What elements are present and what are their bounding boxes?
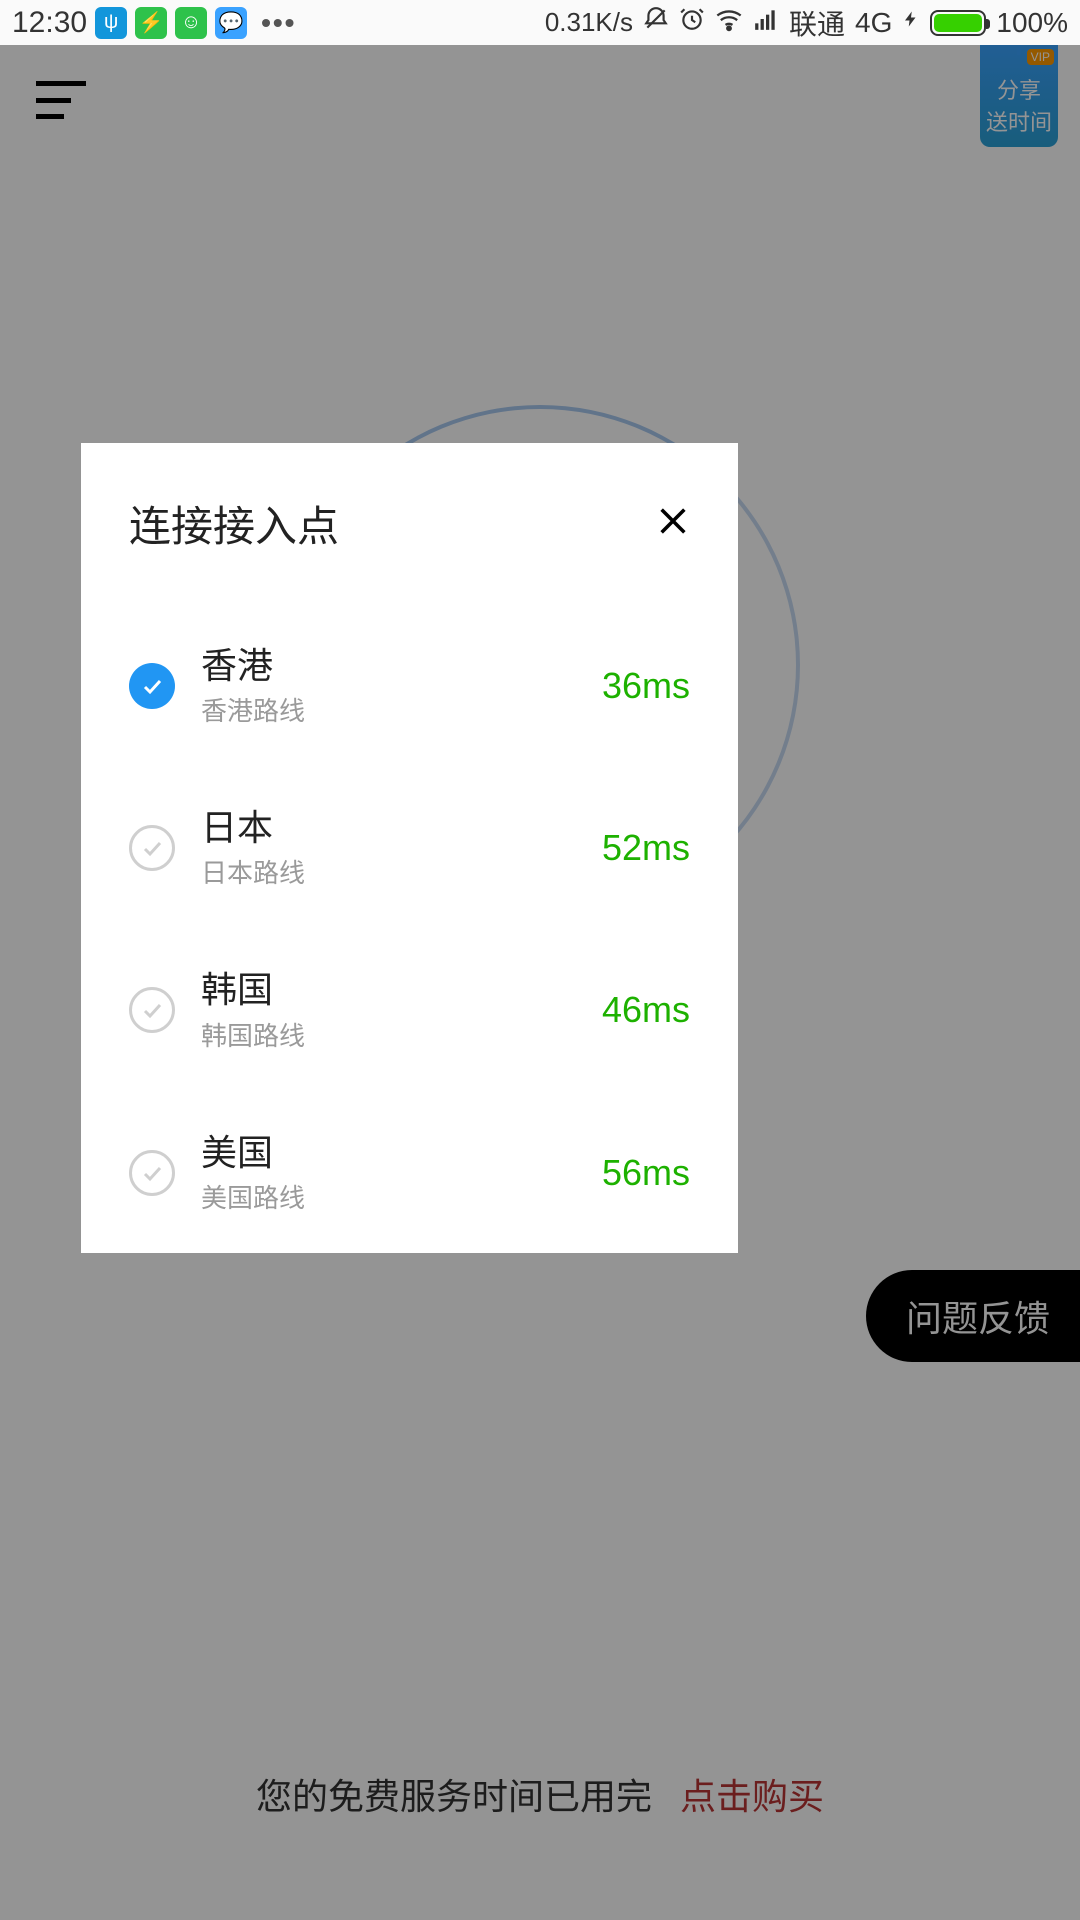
server-item-japan[interactable]: 日本 日本路线 52ms (129, 806, 690, 890)
close-icon[interactable] (656, 504, 690, 543)
check-icon (129, 987, 175, 1033)
status-bar: 12:30 ψ ⚡ ☺ 💬 ••• 0.31K/s 联通 4G 100% (0, 0, 1080, 45)
status-left: 12:30 ψ ⚡ ☺ 💬 ••• (12, 6, 297, 40)
server-name: 韩国 (201, 968, 576, 1011)
network-speed: 0.31K/s (545, 7, 633, 38)
status-right: 0.31K/s 联通 4G 100% (545, 3, 1068, 43)
server-list: 香港 香港路线 36ms 日本 日本路线 52ms 韩国 韩国路线 (129, 644, 690, 1215)
server-name: 美国 (201, 1131, 576, 1174)
server-name: 日本 (201, 806, 576, 849)
statusbar-app-icon: ☺ (175, 7, 207, 39)
server-sub: 美国路线 (201, 1178, 576, 1215)
server-latency: 52ms (602, 827, 690, 869)
charging-icon (902, 6, 920, 39)
statusbar-app-icon: ⚡ (135, 7, 167, 39)
server-item-usa[interactable]: 美国 美国路线 56ms (129, 1131, 690, 1215)
wifi-icon (715, 5, 743, 40)
server-item-hongkong[interactable]: 香港 香港路线 36ms (129, 644, 690, 728)
server-item-korea[interactable]: 韩国 韩国路线 46ms (129, 968, 690, 1052)
server-latency: 56ms (602, 1152, 690, 1194)
server-name: 香港 (201, 644, 576, 687)
server-sub: 香港路线 (201, 691, 576, 728)
server-latency: 36ms (602, 665, 690, 707)
statusbar-app-icon: 💬 (215, 7, 247, 39)
status-time: 12:30 (12, 6, 87, 40)
battery-percent: 100% (996, 7, 1068, 39)
mute-icon (643, 6, 669, 39)
network-type: 4G (855, 7, 892, 39)
check-icon (129, 1150, 175, 1196)
server-sub: 日本路线 (201, 853, 576, 890)
statusbar-more-icon: ••• (255, 7, 296, 39)
modal-title: 连接接入点 (129, 493, 339, 554)
statusbar-app-icon: ψ (95, 7, 127, 39)
check-icon (129, 663, 175, 709)
signal-icon (753, 6, 779, 39)
alarm-icon (679, 6, 705, 39)
server-modal: 连接接入点 香港 香港路线 36ms 日本 日本路线 52ms (81, 443, 738, 1253)
battery-icon (930, 10, 986, 36)
carrier-label: 联通 (789, 3, 845, 43)
check-icon (129, 825, 175, 871)
server-latency: 46ms (602, 989, 690, 1031)
server-sub: 韩国路线 (201, 1016, 576, 1053)
